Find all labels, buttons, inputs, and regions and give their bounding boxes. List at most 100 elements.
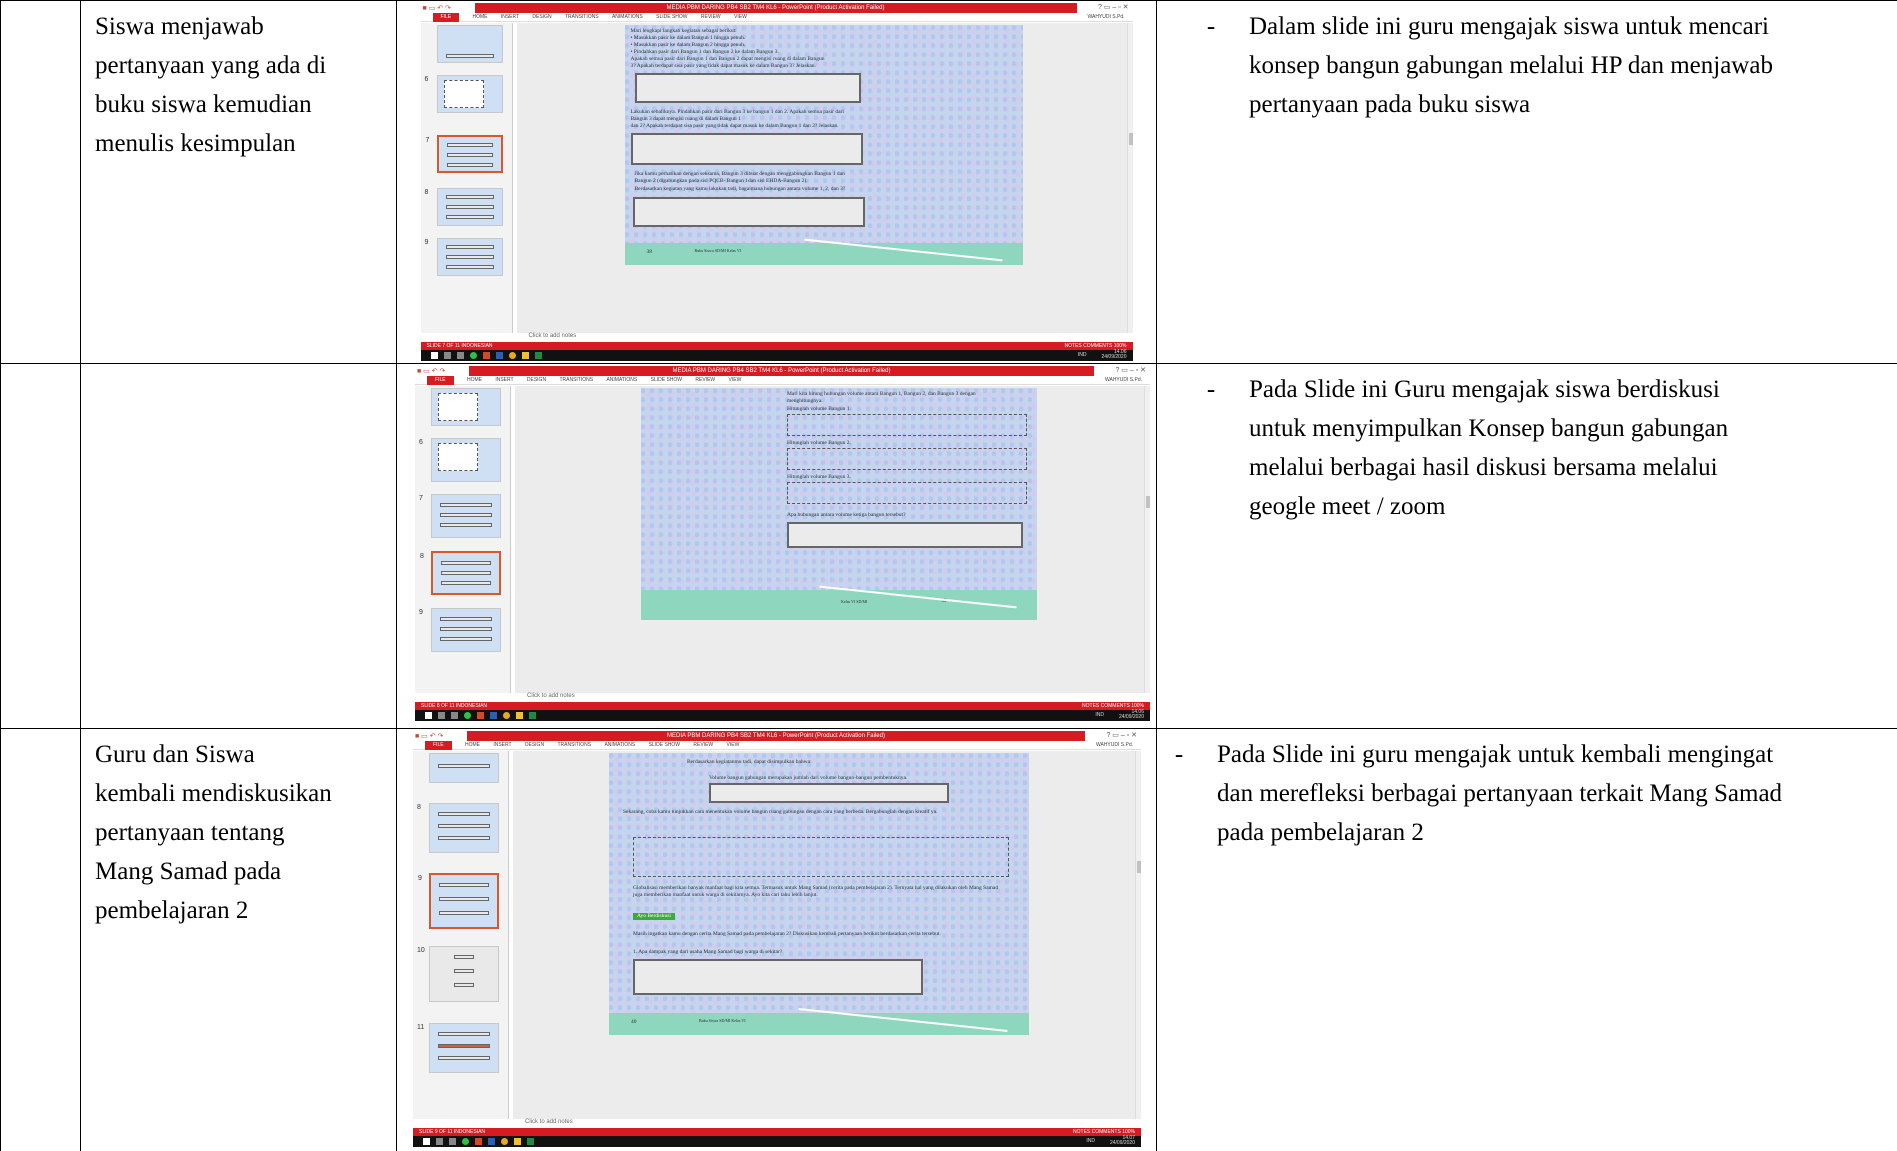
tab-review[interactable]: REVIEW [701, 14, 721, 20]
user-name[interactable]: WAHYUDI S.Pd. [1096, 741, 1133, 750]
task-view-icon[interactable] [451, 712, 458, 719]
answer-box[interactable] [630, 133, 863, 165]
heart-app-icon[interactable] [464, 712, 471, 719]
answer-box[interactable] [633, 959, 923, 995]
slide-thumbnail[interactable]: 9 [425, 238, 503, 276]
user-name[interactable]: WAHYUDI S.Pd. [1087, 13, 1124, 22]
tab-file[interactable]: FILE [427, 376, 454, 385]
tab-animations[interactable]: ANIMATIONS [606, 377, 637, 383]
tab-slide-show[interactable]: SLIDE SHOW [651, 377, 682, 383]
slide-thumbnail[interactable]: 6 [419, 438, 501, 482]
answer-box[interactable] [709, 783, 949, 803]
windows-start-icon[interactable] [430, 352, 438, 359]
answer-box[interactable] [787, 482, 1027, 504]
tab-view[interactable]: VIEW [734, 14, 747, 20]
answer-box[interactable] [633, 837, 1009, 877]
slide-thumbnail[interactable]: 9 [419, 608, 501, 652]
folder-icon[interactable] [516, 712, 523, 719]
slide-thumbnail[interactable]: 10 [417, 946, 499, 1002]
word-icon[interactable] [488, 1138, 495, 1145]
tab-slide-show[interactable]: SLIDE SHOW [656, 14, 687, 20]
tab-home[interactable]: HOME [472, 14, 487, 20]
tab-review[interactable]: REVIEW [695, 377, 715, 383]
tab-home[interactable]: HOME [467, 377, 482, 383]
tab-transitions[interactable]: TRANSITIONS [565, 14, 599, 20]
word-icon[interactable] [495, 352, 503, 359]
slide-thumbnail[interactable] [429, 753, 499, 783]
tab-design[interactable]: DESIGN [527, 377, 546, 383]
tab-transitions[interactable]: TRANSITIONS [557, 742, 591, 748]
notes-pane[interactable]: Click to add notes [515, 693, 1144, 701]
slide-thumbnail[interactable]: 8 [425, 188, 503, 226]
tab-view[interactable]: VIEW [727, 742, 740, 748]
slide[interactable]: Berdasarkan kegiatanmu tadi, dapat disim… [609, 753, 1029, 1035]
slide-thumbnail[interactable]: 6 [425, 75, 503, 113]
tab-file[interactable]: FILE [425, 741, 452, 750]
slide-thumbnail[interactable] [431, 388, 501, 426]
window-controls-icon[interactable]: ? ▭ – ▫ ✕ [1098, 3, 1129, 13]
tab-insert[interactable]: INSERT [501, 14, 519, 20]
tab-slide-show[interactable]: SLIDE SHOW [649, 742, 680, 748]
answer-box[interactable] [634, 73, 861, 103]
answer-box[interactable] [632, 197, 865, 227]
tab-animations[interactable]: ANIMATIONS [604, 742, 635, 748]
language-indicator[interactable]: IND [1095, 710, 1104, 721]
tab-animations[interactable]: ANIMATIONS [612, 14, 643, 20]
clock[interactable]: 14.06 24/09/2020 [1101, 350, 1126, 360]
slide-thumbnail[interactable]: 8 [417, 803, 499, 853]
slide-thumbnail-selected[interactable]: 7 [426, 135, 503, 173]
tab-home[interactable]: HOME [465, 742, 480, 748]
tab-insert[interactable]: INSERT [493, 742, 511, 748]
slide[interactable]: Mari kita hitung hubungan volume antara … [641, 388, 1037, 620]
clock[interactable]: 14.06 24/09/2020 [1119, 710, 1144, 720]
windows-start-icon[interactable] [423, 1138, 430, 1145]
tab-design[interactable]: DESIGN [532, 14, 551, 20]
answer-box[interactable] [787, 522, 1023, 548]
clock[interactable]: 14.07 24/09/2020 [1110, 1136, 1135, 1146]
powerpoint-icon[interactable] [477, 712, 484, 719]
vertical-scrollbar[interactable] [1144, 386, 1150, 693]
tab-view[interactable]: VIEW [729, 377, 742, 383]
tab-transitions[interactable]: TRANSITIONS [559, 377, 593, 383]
chrome-icon[interactable] [508, 352, 516, 359]
tab-design[interactable]: DESIGN [525, 742, 544, 748]
windows-start-icon[interactable] [425, 712, 432, 719]
notes-pane[interactable]: Click to add notes [513, 1119, 1135, 1127]
chrome-icon[interactable] [503, 712, 510, 719]
powerpoint-icon[interactable] [475, 1138, 482, 1145]
chrome-icon[interactable] [501, 1138, 508, 1145]
search-icon[interactable] [443, 352, 451, 359]
task-view-icon[interactable] [449, 1138, 456, 1145]
task-view-icon[interactable] [456, 352, 464, 359]
excel-icon[interactable] [527, 1138, 534, 1145]
heart-app-icon[interactable] [469, 352, 477, 359]
language-indicator[interactable]: IND [1078, 350, 1087, 361]
tab-review[interactable]: REVIEW [693, 742, 713, 748]
slide-thumbnail-selected[interactable]: 8 [420, 551, 501, 595]
answer-box[interactable] [787, 448, 1027, 470]
search-icon[interactable] [436, 1138, 443, 1145]
folder-icon[interactable] [514, 1138, 521, 1145]
tab-file[interactable]: FILE [432, 13, 460, 22]
vertical-scrollbar[interactable] [1135, 751, 1141, 1119]
folder-icon[interactable] [521, 352, 529, 359]
slide-thumbnail[interactable]: 11 [417, 1023, 499, 1073]
user-name[interactable]: WAHYUDI S.Pd. [1105, 376, 1142, 385]
notes-pane[interactable]: Click to add notes [516, 333, 1127, 341]
slide-thumbnail-selected[interactable]: 9 [418, 873, 499, 929]
word-icon[interactable] [490, 712, 497, 719]
slide-thumbnail[interactable]: 7 [419, 494, 501, 538]
powerpoint-icon[interactable] [482, 352, 490, 359]
window-controls-icon[interactable]: ? ▭ – ▫ ✕ [1106, 731, 1137, 741]
excel-icon[interactable] [529, 712, 536, 719]
search-icon[interactable] [438, 712, 445, 719]
window-controls-icon[interactable]: ? ▭ – ▫ ✕ [1115, 366, 1146, 376]
excel-icon[interactable] [534, 352, 542, 359]
language-indicator[interactable]: IND [1086, 1136, 1095, 1147]
vertical-scrollbar[interactable] [1126, 23, 1133, 333]
answer-box[interactable] [787, 414, 1027, 436]
tab-insert[interactable]: INSERT [495, 377, 513, 383]
heart-app-icon[interactable] [462, 1138, 469, 1145]
slide-thumbnail[interactable] [436, 25, 503, 63]
slide[interactable]: Mari lengkapi langkah kegiatan sebagai b… [624, 25, 1023, 265]
